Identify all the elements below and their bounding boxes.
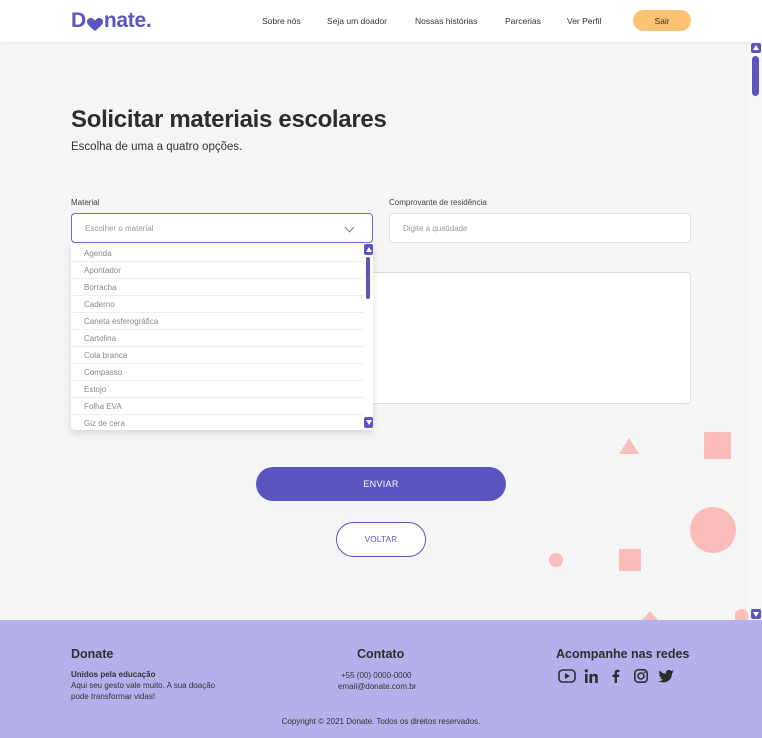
decor-square-small <box>619 549 641 571</box>
nav-sobre-nos[interactable]: Sobre nós <box>262 16 301 26</box>
residencia-label: Comprovante de residência <box>389 198 487 207</box>
copyright-text: Copyright © 2021 Donate. Todos os direit… <box>281 717 481 726</box>
footer-tagline: Unidos pela educação <box>71 670 156 679</box>
residencia-input[interactable]: Digite a quatidade <box>389 213 691 243</box>
material-select[interactable]: Escolher o material <box>71 213 373 243</box>
footer-text-1: Aqui seu gesto vale muito. A sua doação <box>71 681 216 690</box>
logo-text-left: D <box>71 9 86 32</box>
top-header: D nate. Sobre nós Seja um doador Nossas … <box>0 0 762 42</box>
dropdown-option[interactable]: Caderno <box>71 296 364 313</box>
dropdown-scroll-up-icon[interactable] <box>364 244 373 255</box>
page-subtitle: Escolha de uma a quatro opções. <box>71 141 243 153</box>
nav-nossas-historias[interactable]: Nossas histórias <box>415 16 477 26</box>
donate-logo[interactable]: D nate. <box>71 9 152 33</box>
logo-text-right: nate. <box>103 9 152 32</box>
twitter-icon[interactable] <box>658 668 674 684</box>
linkedin-icon[interactable] <box>583 668 599 684</box>
chevron-down-icon <box>344 222 355 233</box>
footer-contact-title: Contato <box>357 647 405 661</box>
dropdown-option[interactable]: Giz de cera <box>71 415 364 430</box>
scroll-up-arrow-icon[interactable] <box>751 43 761 53</box>
youtube-icon[interactable] <box>558 668 576 684</box>
dropdown-option[interactable]: Estojo <box>71 381 364 398</box>
scroll-down-arrow-icon[interactable] <box>751 609 761 619</box>
dropdown-option[interactable]: Cartolina <box>71 330 364 347</box>
site-footer: Donate Unidos pela educação Aqui seu ges… <box>0 620 762 738</box>
heart-icon <box>86 14 103 31</box>
scroll-thumb[interactable] <box>752 56 759 96</box>
dropdown-option[interactable]: Borracha <box>71 279 364 296</box>
logout-button[interactable]: Sair <box>633 10 691 31</box>
material-dropdown: Agenda Apontador Borracha Caderno Caneta… <box>71 243 373 430</box>
submit-button[interactable]: ENVIAR <box>256 467 506 501</box>
decor-triangle <box>619 438 639 454</box>
nav-seja-doador[interactable]: Seja um doador <box>327 16 387 26</box>
page-scrollbar[interactable] <box>749 42 762 620</box>
facebook-icon[interactable] <box>608 668 624 684</box>
dropdown-option[interactable]: Caneta esferográfica <box>71 313 364 330</box>
dropdown-option[interactable]: Cola branca <box>71 347 364 364</box>
footer-social-title: Acompanhe nas redes <box>556 647 690 661</box>
back-button[interactable]: VOLTAR <box>336 522 426 557</box>
dropdown-scroll-thumb[interactable] <box>366 257 370 299</box>
decor-triangle-small <box>642 611 658 620</box>
footer-brand-title: Donate <box>71 647 114 661</box>
dropdown-option[interactable]: Compasso <box>71 364 364 381</box>
footer-text-2: pode transformar vidas! <box>71 692 156 701</box>
dropdown-scrollbar[interactable] <box>364 243 373 430</box>
dropdown-scroll-down-icon[interactable] <box>364 417 373 428</box>
footer-email[interactable]: email@donate.com.br <box>338 682 416 693</box>
decor-half-circle <box>735 609 748 620</box>
instagram-icon[interactable] <box>633 668 649 684</box>
dropdown-option[interactable]: Folha EVA <box>71 398 364 415</box>
decor-circle-small <box>549 553 563 567</box>
social-links <box>558 668 683 684</box>
material-label: Material <box>71 198 100 207</box>
decor-circle <box>690 507 736 553</box>
footer-phone: +55 (00) 0000-0000 <box>341 671 412 680</box>
dropdown-option[interactable]: Agenda <box>71 245 364 262</box>
decor-square <box>704 432 731 459</box>
material-select-placeholder: Escolher o material <box>85 223 154 233</box>
nav-ver-perfil[interactable]: Ver Perfil <box>567 16 602 26</box>
nav-parcerias[interactable]: Parcerias <box>505 16 541 26</box>
dropdown-option[interactable]: Apontador <box>71 262 364 279</box>
residencia-placeholder: Digite a quatidade <box>403 223 468 233</box>
page-title: Solicitar materiais escolares <box>71 106 387 133</box>
